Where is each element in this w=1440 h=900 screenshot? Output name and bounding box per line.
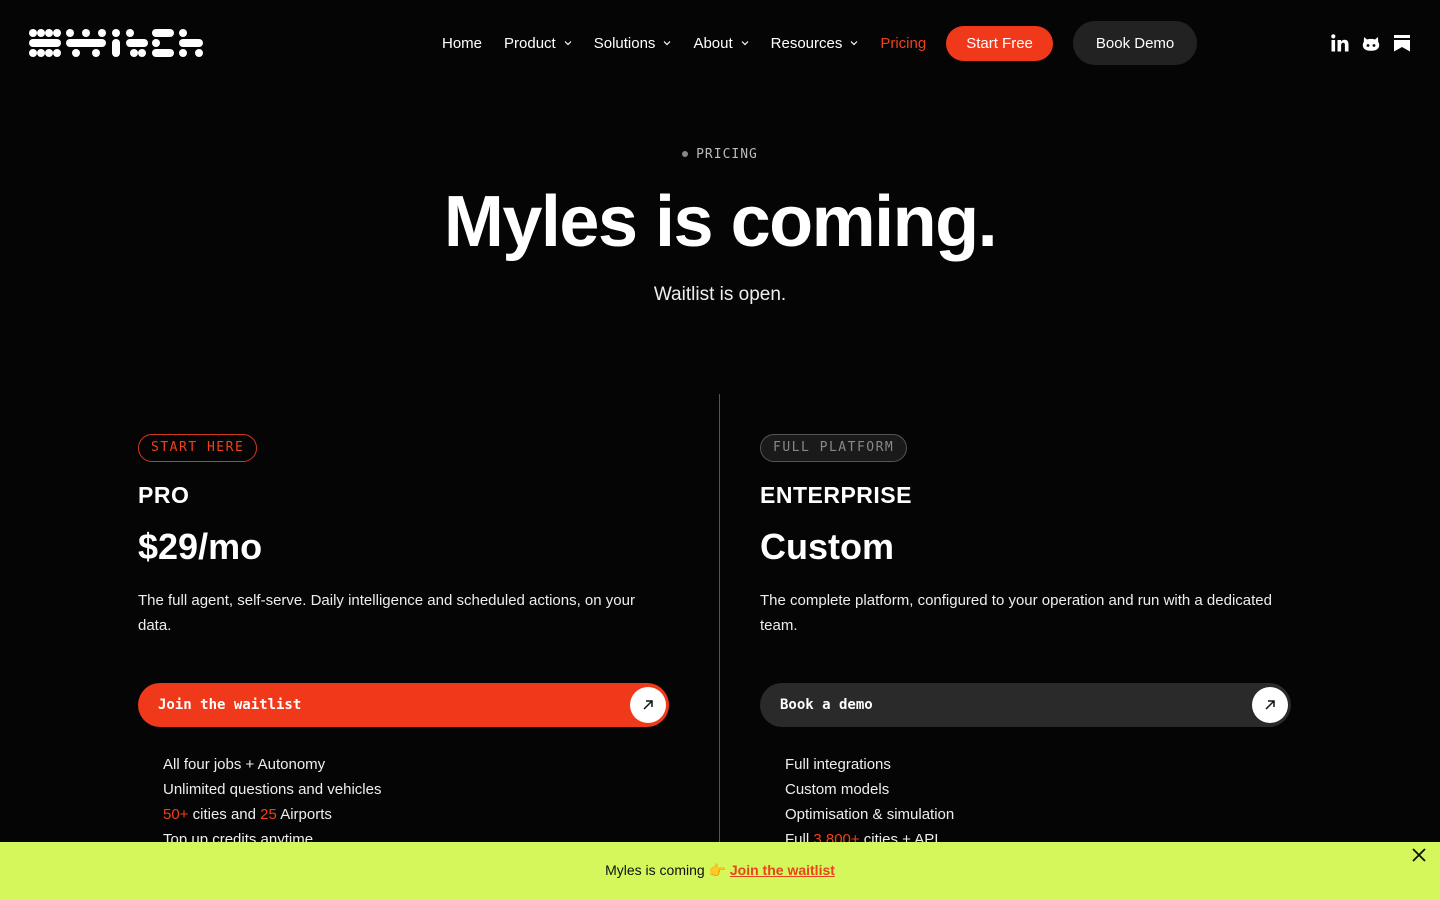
plan-enterprise-badge: FULL PLATFORM	[760, 434, 908, 462]
plan-enterprise-features: Full integrations Custom models Optimisa…	[785, 752, 954, 852]
nav-about[interactable]: About	[693, 34, 749, 52]
nav-product[interactable]: Product	[504, 35, 572, 52]
nav-solutions[interactable]: Solutions	[594, 35, 672, 52]
nav-resources-label: Resources	[770, 34, 843, 52]
banner-waitlist-link[interactable]: Join the waitlist	[730, 862, 835, 878]
plan-enterprise: FULL PLATFORM ENTERPRISE Custom The comp…	[760, 434, 1292, 848]
feature-highlight: 50+	[163, 806, 189, 823]
chevron-down-icon	[564, 41, 572, 46]
feature-item: Full integrations	[785, 756, 891, 773]
feature-item: 50+ cities and 25 Airports	[163, 802, 381, 827]
plan-pro-badge: START HERE	[138, 434, 258, 462]
book-demo-button[interactable]: Book Demo	[1072, 21, 1198, 65]
start-free-button[interactable]: Start Free	[946, 25, 1053, 61]
plan-pro-description: The full agent, self-serve. Daily intell…	[138, 592, 635, 634]
nav-about-label: About	[693, 34, 733, 52]
linkedin-icon[interactable]	[1330, 33, 1350, 53]
banner-message: Myles is coming 👉	[605, 862, 730, 878]
chevron-down-icon	[664, 41, 671, 46]
github-icon[interactable]	[1361, 33, 1381, 53]
arrow-up-right-icon	[630, 687, 666, 723]
nav-solutions-label: Solutions	[593, 34, 656, 52]
feature-item: Optimisation & simulation	[785, 806, 955, 823]
feature-item: All four jobs + Autonomy	[163, 756, 326, 773]
join-waitlist-label: Join the waitlist	[158, 697, 302, 713]
close-icon[interactable]	[1411, 847, 1427, 863]
feature-item: Unlimited questions and vehicles	[163, 781, 382, 798]
nav-pricing-label: Pricing	[880, 34, 927, 52]
plan-pro-name: PRO	[138, 482, 190, 508]
pricing-eyebrow: PRICING	[0, 147, 1440, 162]
plan-divider	[719, 394, 720, 842]
hero-subtitle: Waitlist is open.	[653, 284, 787, 305]
main-nav: Home Product Solutions About Resources P…	[442, 21, 1198, 65]
switch-logo[interactable]	[28, 28, 204, 58]
feature-item: Custom models	[785, 781, 890, 798]
plan-pro-features: All four jobs + Autonomy Unlimited quest…	[163, 752, 381, 852]
book-a-demo-button[interactable]: Book a demo	[760, 683, 1291, 727]
banner-text: Myles is coming 👉 Join the waitlist	[0, 862, 1440, 879]
social-links	[1319, 33, 1412, 53]
eyebrow-label: PRICING	[696, 147, 758, 162]
hero-title: Myles is coming.	[443, 182, 998, 262]
plan-pro-price: $29/mo	[138, 526, 263, 567]
feature-highlight: 25	[260, 806, 277, 823]
site-header: Home Product Solutions About Resources P…	[0, 0, 1440, 86]
nav-resources[interactable]: Resources	[771, 35, 859, 52]
plan-enterprise-name: ENTERPRISE	[760, 482, 912, 508]
bookmark-icon[interactable]	[1392, 33, 1412, 53]
book-a-demo-label: Book a demo	[780, 697, 873, 713]
feature-text: cities and	[188, 806, 261, 823]
dot-icon	[682, 150, 689, 157]
feature-text: Airports	[276, 806, 332, 823]
nav-home-label: Home	[442, 34, 483, 52]
plan-enterprise-price: Custom	[760, 526, 894, 567]
waitlist-banner: Myles is coming 👉 Join the waitlist	[0, 842, 1440, 900]
arrow-up-right-icon	[1252, 687, 1288, 723]
nav-pricing[interactable]: Pricing	[880, 35, 926, 52]
chevron-down-icon	[850, 41, 858, 46]
join-waitlist-button[interactable]: Join the waitlist	[138, 683, 669, 727]
chevron-down-icon	[741, 41, 749, 46]
nav-product-label: Product	[504, 34, 556, 52]
plan-enterprise-description: The complete platform, configured to you…	[760, 592, 1272, 634]
plan-pro: START HERE PRO $29/mo The full agent, se…	[138, 434, 670, 848]
nav-home[interactable]: Home	[442, 35, 482, 52]
